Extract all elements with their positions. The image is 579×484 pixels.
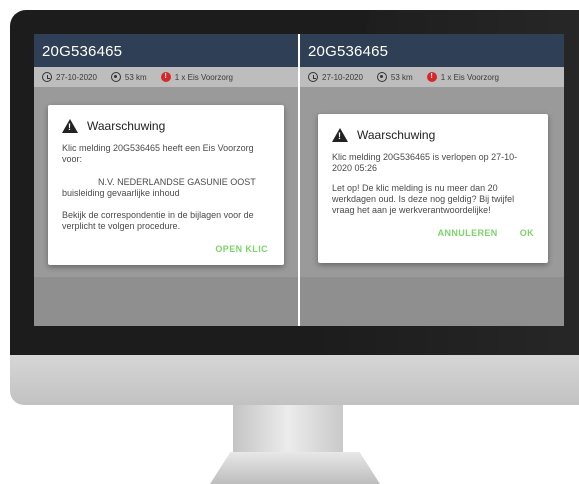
location-icon [110, 72, 121, 82]
dialog-title: Waarschuwing [332, 128, 534, 142]
monitor-stand-neck [233, 405, 343, 453]
dialog-title-text: Waarschuwing [357, 128, 436, 142]
bottom-area [300, 277, 564, 326]
clock-icon [308, 72, 318, 82]
dialog-title-text: Waarschuwing [87, 119, 166, 133]
app-bar-title: 20G536465 [300, 34, 564, 67]
ok-button[interactable]: OK [520, 228, 534, 238]
monitor-stand-base [210, 452, 380, 484]
dialog-notice: Let op! De klic melding is nu meer dan 2… [332, 183, 515, 215]
dialog-owner: N.V. NEDERLANDSE GASUNIE OOST [98, 177, 256, 187]
monitor-screen: 20G536465 27-10-2020 53 km ! 1 x Eis Voo… [34, 34, 564, 326]
dialog-title: Waarschuwing [62, 119, 268, 133]
dialog-instruction: Bekijk de correspondentie in de bijlagen… [62, 210, 254, 231]
info-bar: 27-10-2020 53 km ! 1 x Eis Voorzorg [34, 67, 298, 87]
location-icon [376, 72, 387, 82]
alert-icon: ! [426, 72, 437, 82]
warning-dialog: Waarschuwing Klic melding 20G536465 heef… [48, 105, 284, 265]
date-text: 27-10-2020 [56, 72, 97, 82]
cancel-button[interactable]: ANNULEREN [438, 228, 498, 238]
monitor-chin [10, 355, 579, 405]
left-app-panel: 20G536465 27-10-2020 53 km ! 1 x Eis Voo… [34, 34, 298, 326]
alert-icon: ! [160, 72, 171, 82]
dialog-actions: ANNULEREN OK [332, 228, 534, 238]
info-bar: 27-10-2020 53 km ! 1 x Eis Voorzorg [300, 67, 564, 87]
right-app-panel: 20G536465 27-10-2020 53 km ! 1 x Eis Voo… [300, 34, 564, 326]
dialog-message: Klic melding 20G536465 is verlopen op 27… [332, 152, 518, 173]
dialog-actions: OPEN KLIC [62, 244, 268, 254]
warning-icon [62, 119, 78, 133]
open-klic-button[interactable]: OPEN KLIC [215, 244, 268, 254]
dialog-pipeline: buisleiding gevaarlijke inhoud [62, 188, 180, 198]
distance-text: 53 km [390, 72, 413, 82]
expired-warning-dialog: Waarschuwing Klic melding 20G536465 is v… [318, 114, 548, 263]
bottom-area [34, 277, 298, 326]
distance-text: 53 km [124, 72, 147, 82]
warning-icon [332, 128, 348, 142]
requirement-text: 1 x Eis Voorzorg [440, 72, 499, 82]
app-bar-title: 20G536465 [34, 34, 298, 67]
date-text: 27-10-2020 [322, 72, 363, 82]
dialog-message: Klic melding 20G536465 heeft een Eis Voo… [62, 143, 254, 164]
clock-icon [42, 72, 52, 82]
requirement-text: 1 x Eis Voorzorg [174, 72, 233, 82]
